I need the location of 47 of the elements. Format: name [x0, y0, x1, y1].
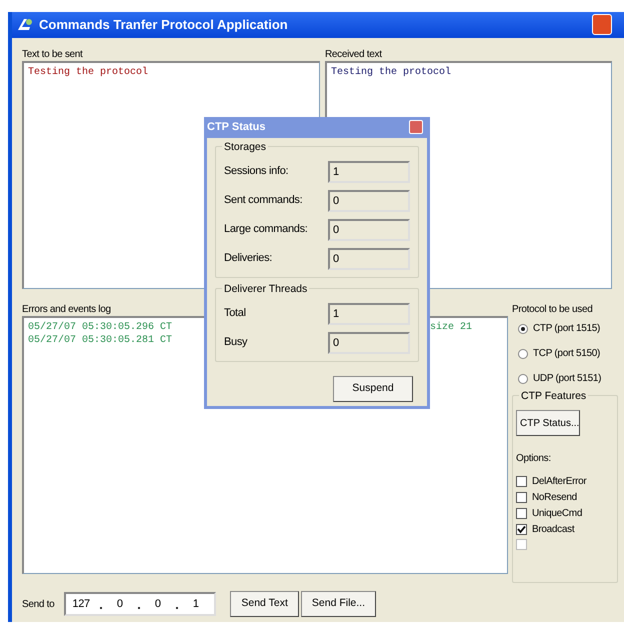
checkbox[interactable]: [516, 476, 527, 487]
field-label: Errors and events log: [22, 303, 111, 316]
status-field: 0: [328, 218, 410, 240]
close-button[interactable]: [592, 14, 612, 35]
ip-octet: 127: [72, 598, 90, 610]
checkbox-label: DelAfterError: [532, 475, 586, 488]
status-field: 0: [328, 248, 410, 270]
status-field: 1: [328, 302, 410, 324]
ip-octet: 0: [116, 598, 124, 610]
send-button[interactable]: Send Text: [230, 591, 299, 617]
field-label: Busy: [224, 336, 248, 349]
field-label: Sent commands:: [224, 194, 302, 207]
checkbox-label: UniqueCmd: [532, 507, 582, 520]
ctp-status-button[interactable]: CTP Status...: [516, 410, 580, 436]
field-label: Large commands:: [224, 223, 308, 236]
checkbox-label: NoResend: [532, 491, 577, 504]
checkbox[interactable]: [516, 508, 527, 519]
field-label: Received text: [325, 48, 382, 61]
radio-label: UDP (port 5151): [533, 372, 602, 385]
radio-label: TCP (port 5150): [533, 347, 600, 360]
suspend-button[interactable]: Suspend: [333, 376, 413, 402]
group-label: Protocol to be used: [512, 303, 592, 316]
ip-octet: 1: [192, 598, 200, 610]
ip-address-field[interactable]: 127 0 0 1: [64, 592, 216, 616]
field-label: Sessions info:: [224, 165, 288, 178]
log-line: 05/27/07 05:30:05.281 CT: [28, 334, 172, 348]
options-label: Options:: [516, 452, 551, 465]
log-line: size 21: [430, 320, 472, 335]
close-button[interactable]: [409, 120, 423, 134]
checkbox-label: Broadcast: [532, 523, 574, 536]
send-button[interactable]: Send File...: [300, 591, 376, 617]
checkbox[interactable]: [516, 524, 527, 535]
dialog-title: CTP Status: [207, 120, 266, 136]
status-field: 1: [328, 160, 410, 182]
checkbox[interactable]: [516, 492, 527, 503]
ip-octet: 0: [154, 598, 162, 610]
log-line: 05/27/07 05:30:05.296 CT: [28, 320, 172, 334]
field-label: Deliveries:: [224, 252, 272, 265]
radio-button[interactable]: [518, 324, 528, 334]
radio-button[interactable]: [518, 348, 528, 358]
window-title: Commands Tranfer Protocol Application: [39, 16, 288, 34]
field-label: Text to be sent: [22, 48, 83, 61]
radio-button[interactable]: [518, 374, 528, 384]
status-field: 0: [328, 190, 410, 212]
radio-label: CTP (port 1515): [533, 322, 600, 335]
field-label: Send to: [22, 598, 54, 610]
status-field: 0: [328, 332, 410, 354]
